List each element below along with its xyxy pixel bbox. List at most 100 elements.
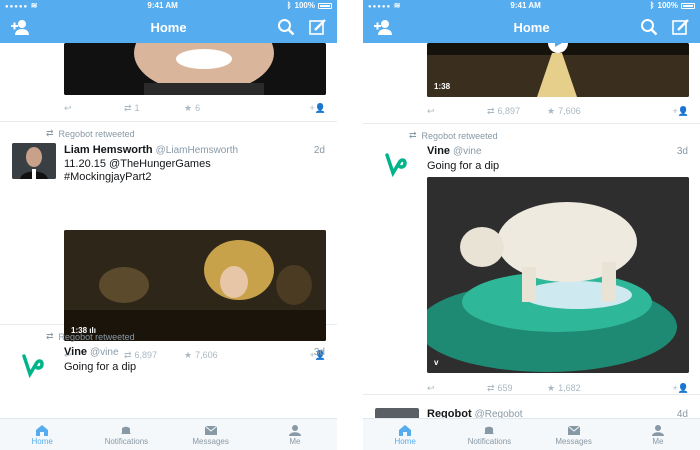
tab-label: Home <box>31 436 53 446</box>
mail-icon <box>567 425 580 435</box>
tab-label: Home <box>394 436 416 446</box>
compose-icon[interactable] <box>672 18 690 36</box>
tweet-time: 3d <box>676 146 688 157</box>
retweet-count: 6,897 <box>497 106 521 116</box>
favorite-button[interactable]: ★ 6 <box>184 103 264 114</box>
phone-left: ●●●●● ≋ 9:41 AM ᛒ 100% Home ↩ ⇄ 1 ★ 6 +👤… <box>0 0 337 450</box>
tab-home[interactable]: Home <box>363 419 447 450</box>
signal-icon: ●●●●● ≋ <box>368 1 402 10</box>
tab-label: Notifications <box>467 436 512 446</box>
follow-icon[interactable]: +👤 <box>310 103 326 114</box>
tab-notifications[interactable]: Notifications <box>447 419 531 450</box>
timeline[interactable]: 1:38 ↩ ⇄ 6,897 ★ 7,606 +👤 ⇄ Regobot retweet… <box>363 43 700 418</box>
screenshot-stage: ●●●●● ≋ 9:41 AM ᛒ 100% Home ↩ ⇄ 1 ★ 6 +👤… <box>0 0 700 450</box>
video-thumbnail <box>427 177 689 373</box>
timeline[interactable]: ↩ ⇄ 1 ★ 6 +👤 ⇄ Regobot retweeted Liam Hemsw… <box>0 43 337 418</box>
tweet-card[interactable]: ⇄ Regobot retweeted Vine @vine 3d Going f… <box>363 125 700 395</box>
battery-percent: 100% <box>294 1 315 10</box>
tab-label: Me <box>652 436 664 446</box>
status-time: 9:41 AM <box>147 1 178 10</box>
reply-icon[interactable]: ↩ <box>427 383 487 394</box>
retweeted-by: ⇄ Regobot retweeted <box>46 331 135 342</box>
tab-label: Notifications <box>104 436 149 446</box>
tweet-card[interactable]: ↩ ⇄ 1 ★ 6 +👤 <box>0 43 337 122</box>
compose-icon[interactable] <box>309 18 327 36</box>
tweet-time: 2d <box>313 145 325 156</box>
retweeted-by-label: Regobot retweeted <box>58 128 135 139</box>
retweet-icon: ⇄ <box>46 128 54 138</box>
avatar[interactable] <box>375 408 419 418</box>
star-icon: ★ <box>547 105 556 116</box>
retweet-icon: ⇄ <box>487 382 495 393</box>
star-icon: ★ <box>547 382 556 393</box>
home-icon <box>399 424 412 436</box>
vine-logo-icon[interactable] <box>20 352 46 378</box>
retweet-count: 1 <box>134 103 140 113</box>
favorite-button[interactable]: ★ 7,606 <box>547 106 627 117</box>
vine-logo-icon[interactable] <box>383 151 409 177</box>
tweet-card[interactable]: ⇄ Regobot retweeted Liam Hemsworth @LiamH… <box>0 122 337 360</box>
status-bar: ●●●●● ≋ 9:41 AM ᛒ 100% <box>363 0 700 11</box>
tab-messages[interactable]: Messages <box>169 419 253 450</box>
search-icon[interactable] <box>277 18 295 36</box>
tweet-header: Liam Hemsworth @LiamHemsworth 2d <box>64 144 325 156</box>
tab-label: Messages <box>192 436 229 446</box>
retweet-icon: ⇄ <box>46 331 54 341</box>
person-icon <box>651 424 664 436</box>
favorite-count: 7,606 <box>558 106 581 116</box>
add-user-icon[interactable] <box>10 18 30 36</box>
reply-icon[interactable]: ↩ <box>427 106 487 117</box>
video-player[interactable]: 1:38 <box>427 43 689 97</box>
tab-messages[interactable]: Messages <box>532 419 616 450</box>
tab-label: Me <box>289 436 301 446</box>
retweet-button[interactable]: ⇄ 1 <box>124 103 184 114</box>
reply-icon[interactable]: ↩ <box>64 103 124 114</box>
tweet-text-line: #MockingjayPart2 <box>64 171 152 183</box>
tweet-photo[interactable] <box>64 43 326 95</box>
search-icon[interactable] <box>640 18 658 36</box>
status-bar: ●●●●● ≋ 9:41 AM ᛒ 100% <box>0 0 337 11</box>
avatar[interactable] <box>12 143 56 179</box>
retweet-button[interactable]: ⇄ 659 <box>487 383 547 394</box>
tweet-time: 3d <box>313 347 325 358</box>
tab-notifications[interactable]: Notifications <box>84 419 168 450</box>
user-name[interactable]: Regobot <box>427 408 472 418</box>
user-handle[interactable]: @Regobot <box>475 409 523 418</box>
follow-icon[interactable]: +👤 <box>673 383 689 394</box>
tweet-time: 4d <box>676 409 688 418</box>
person-icon <box>288 424 301 436</box>
retweet-button[interactable]: ⇄ 6,897 <box>487 106 547 117</box>
retweeted-by-label: Regobot retweeted <box>58 331 135 342</box>
video-player[interactable]: v <box>427 177 689 373</box>
signal-icon: ●●●●● ≋ <box>5 1 39 10</box>
add-user-icon[interactable] <box>373 18 393 36</box>
user-handle[interactable]: @LiamHemsworth <box>156 145 238 156</box>
tweet-card[interactable]: ⇄ Regobot retweeted Vine @vine 3d Going f… <box>0 326 337 418</box>
tweet-header: Vine @vine 3d <box>64 346 325 358</box>
tab-bar: Home Notifications Messages Me <box>363 418 700 450</box>
tweet-text: Going for a dip <box>427 160 500 172</box>
tweet-card[interactable]: 1:38 ↩ ⇄ 6,897 ★ 7,606 +👤 <box>363 43 700 124</box>
tweet-actions: ↩ ⇄ 659 ★ 1,682 +👤 <box>427 381 689 395</box>
battery-percent: 100% <box>657 1 678 10</box>
retweeted-by: ⇄ Regobot retweeted <box>46 128 135 139</box>
user-name[interactable]: Vine <box>427 145 450 157</box>
user-handle[interactable]: @vine <box>90 347 119 358</box>
tab-home[interactable]: Home <box>0 419 84 450</box>
follow-icon[interactable]: +👤 <box>673 106 689 117</box>
phone-divider <box>337 0 363 450</box>
bluetooth-icon: ᛒ <box>286 1 292 10</box>
user-handle[interactable]: @vine <box>453 146 482 157</box>
video-player[interactable]: 1:38 ılı <box>64 230 326 341</box>
tweet-card[interactable]: Regobot @Regobot 4d <box>363 396 700 418</box>
favorite-button[interactable]: ★ 1,682 <box>547 383 627 394</box>
bell-icon <box>484 426 495 434</box>
tab-me[interactable]: Me <box>616 419 700 450</box>
favorite-count: 6 <box>195 103 201 113</box>
phone-right: ●●●●● ≋ 9:41 AM ᛒ 100% Home 1:38 ↩ ⇄ 6,8… <box>363 0 700 450</box>
user-name[interactable]: Vine <box>64 346 87 358</box>
user-name[interactable]: Liam Hemsworth <box>64 144 153 156</box>
tab-me[interactable]: Me <box>253 419 337 450</box>
favorite-count: 1,682 <box>558 383 581 393</box>
status-time: 9:41 AM <box>510 1 541 10</box>
